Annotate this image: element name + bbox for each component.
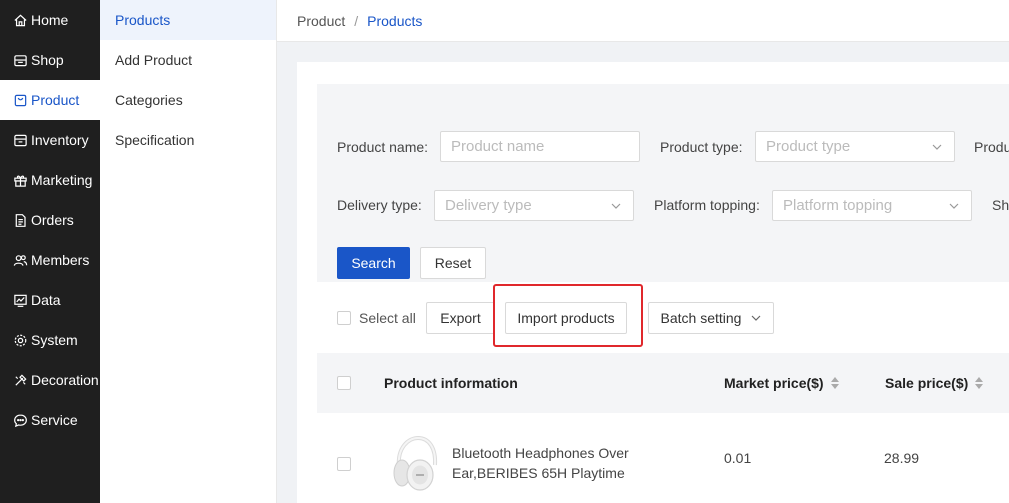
col-sale-price[interactable]: Sale price($) [885,353,984,413]
nav-item-label: Shop [31,52,64,68]
show-filter-label-partial: Sh [992,197,1009,213]
nav-item-data[interactable]: Data [0,280,100,320]
nav-item-product[interactable]: Product [0,80,100,120]
members-icon [12,252,28,268]
breadcrumb-current: Products [367,12,423,29]
product-type-label: Product type: [660,139,743,155]
headphones-product-image [393,435,438,491]
submenu-item-specification[interactable]: Specification [100,120,276,160]
nav-item-inventory[interactable]: Inventory [0,120,100,160]
chevron-down-icon [752,315,761,321]
col-product-information: Product information [384,375,518,391]
nav-item-label: Data [31,292,61,308]
row-select-checkbox[interactable] [337,457,351,471]
platform-topping-select[interactable]: Platform topping [772,190,972,221]
breadcrumb: Product / Products [277,0,1009,42]
gear-icon [12,332,28,348]
nav-item-marketing[interactable]: Marketing [0,160,100,200]
sort-icon[interactable] [830,377,839,389]
breadcrumb-separator: / [354,12,359,29]
nav-item-label: Product [31,92,80,108]
product-filter-label-partial: Produ [974,139,1009,155]
delivery-type-select[interactable]: Delivery type [434,190,634,221]
nav-item-label: Home [31,12,69,28]
nav-item-decoration[interactable]: Decoration [0,360,100,400]
products-panel: Product name: Product name Product type:… [297,62,1009,503]
export-button[interactable]: Export [426,302,495,334]
product-type-placeholder: Product type [766,138,851,155]
chevron-down-icon [949,203,959,209]
product-name-label: Product name: [337,139,429,155]
select-all-checkbox[interactable] [337,311,351,325]
nav-item-members[interactable]: Members [0,240,100,280]
product-submenu: Products Add Product Categories Specific… [100,0,277,503]
submenu-item-add-product[interactable]: Add Product [100,40,276,80]
platform-topping-label: Platform topping: [654,197,760,213]
gift-icon [12,172,28,188]
data-chart-icon [12,292,28,308]
batch-setting-label: Batch setting [660,310,742,326]
sale-price-cell: 28.99 [884,450,920,466]
batch-setting-dropdown[interactable]: Batch setting [648,302,774,334]
orders-icon [12,212,28,228]
chevron-down-icon [611,203,621,209]
table-header: Product information Market price($) Sale… [317,353,1009,413]
filter-panel: Product name: Product name Product type:… [317,84,1009,282]
delivery-type-placeholder: Delivery type [445,197,532,214]
delivery-type-label: Delivery type: [337,197,422,213]
select-all-label[interactable]: Select all [359,310,416,326]
nav-item-label: Marketing [31,172,93,188]
breadcrumb-parent[interactable]: Product [297,13,345,29]
col-sale-price-label: Sale price($) [885,375,969,391]
main-nav: Home Shop Product Inventory Marketing Or… [0,0,100,503]
chevron-down-icon [932,144,942,150]
nav-item-home[interactable]: Home [0,0,100,40]
product-type-select[interactable]: Product type [755,131,955,162]
col-market-price-label: Market price($) [724,375,824,391]
product-name-input[interactable]: Product name [440,131,640,162]
nav-item-label: Service [31,412,78,428]
submenu-item-products[interactable]: Products [100,0,276,40]
inventory-icon [12,132,28,148]
product-name[interactable]: Bluetooth Headphones Over Ear,BERIBES 65… [452,443,707,483]
nav-item-service[interactable]: Service [0,400,100,440]
import-highlight-annotation [493,284,643,347]
nav-item-label: System [31,332,78,348]
nav-item-label: Inventory [31,132,89,148]
chat-icon [12,412,28,428]
nav-item-label: Decoration [31,372,99,388]
platform-topping-placeholder: Platform topping [783,197,893,214]
nav-item-shop[interactable]: Shop [0,40,100,80]
nav-item-system[interactable]: System [0,320,100,360]
nav-item-label: Members [31,252,90,268]
submenu-item-categories[interactable]: Categories [100,80,276,120]
nav-item-orders[interactable]: Orders [0,200,100,240]
shop-icon [12,52,28,68]
nav-item-label: Orders [31,212,74,228]
market-price-cell: 0.01 [724,450,752,466]
sort-icon[interactable] [975,377,984,389]
search-button[interactable]: Search [337,247,410,279]
header-select-checkbox[interactable] [337,376,351,390]
product-icon [12,92,28,108]
table-row: Bluetooth Headphones Over Ear,BERIBES 65… [317,413,1009,503]
home-icon [12,12,28,28]
reset-button[interactable]: Reset [420,247,486,279]
col-market-price[interactable]: Market price($) [724,353,839,413]
decoration-icon [12,372,28,388]
